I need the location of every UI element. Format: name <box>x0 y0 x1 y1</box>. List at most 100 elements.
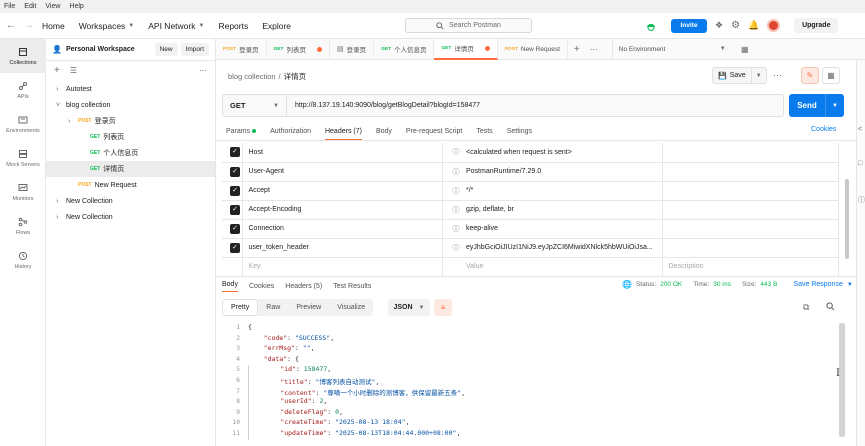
tree-collection[interactable]: ˅ blog collection <box>46 97 215 113</box>
nav-workspaces[interactable]: Workspaces ▼ <box>79 21 135 31</box>
request-tab[interactable]: POST 登录页 <box>216 38 267 60</box>
request-tab[interactable]: ▤ 登录页 <box>330 38 375 60</box>
unsaved-dot-icon[interactable] <box>484 45 490 51</box>
rail-apis[interactable]: APIs <box>0 73 46 107</box>
save-response-button[interactable]: Save Response <box>793 281 842 288</box>
menu-edit[interactable]: Edit <box>24 3 36 10</box>
forward-icon[interactable]: → <box>24 20 34 31</box>
header-value[interactable]: <calculated when request is sent> <box>460 143 663 163</box>
environment-quick-look[interactable]: ▦ <box>736 42 754 56</box>
request-tab-2[interactable]: Headers (7) <box>324 128 362 140</box>
add-icon[interactable]: + <box>54 65 60 76</box>
description-placeholder[interactable]: Description <box>662 257 839 277</box>
headers-scrollbar[interactable] <box>844 143 850 263</box>
send-button[interactable]: Send <box>789 94 826 117</box>
breadcrumb-parent[interactable]: blog collection <box>228 72 276 81</box>
response-tab-1[interactable]: Cookies <box>249 283 274 290</box>
key-placeholder[interactable]: Key <box>242 257 443 277</box>
tree-request[interactable]: POST New Request <box>46 177 215 193</box>
view-tab-1[interactable]: Raw <box>258 299 288 316</box>
wrap-lines-icon[interactable]: ≡ <box>434 299 452 316</box>
rail-flows[interactable]: Flows <box>0 209 46 243</box>
view-tab-3[interactable]: Visualize <box>329 299 373 316</box>
copy-icon[interactable]: ⧉ <box>803 302 809 313</box>
rail-environments[interactable]: Environments <box>0 107 46 141</box>
header-key[interactable]: Host <box>242 143 443 163</box>
header-key[interactable]: Accept-Encoding <box>242 200 443 220</box>
comments-icon[interactable]: □ <box>858 160 862 167</box>
header-description[interactable] <box>662 219 839 239</box>
filter-icon[interactable]: ☰ <box>70 66 77 75</box>
request-tab-0[interactable]: Params <box>226 128 250 135</box>
time-value[interactable]: 30 ms <box>713 281 731 288</box>
menu-help[interactable]: Help <box>69 3 83 10</box>
header-value[interactable]: gzip, deflate, br <box>460 200 663 220</box>
new-tab-icon[interactable]: + <box>574 44 580 55</box>
save-options-chevron[interactable]: ▼ <box>752 73 766 79</box>
response-tab-0[interactable]: Body <box>222 281 238 292</box>
header-value[interactable]: PostmanRuntime/7.29.0 <box>460 162 663 182</box>
request-tab[interactable]: GET 详情页 <box>434 38 498 60</box>
info-icon[interactable]: ⓘ <box>858 195 865 205</box>
documentation-icon[interactable]: ▦ <box>822 67 840 84</box>
header-value[interactable]: */* <box>460 181 663 201</box>
value-placeholder[interactable]: Value <box>460 257 663 277</box>
header-checkbox[interactable]: ✓ <box>230 223 240 234</box>
import-button[interactable]: Import <box>180 43 209 56</box>
breadcrumb-current[interactable]: 详情页 <box>284 71 307 82</box>
format-select[interactable]: JSON ▼ <box>388 299 430 316</box>
info-icon[interactable]: ⓘ <box>442 181 460 201</box>
search-response-icon[interactable] <box>826 302 835 313</box>
more-actions-icon[interactable]: ⋯ <box>773 70 782 81</box>
environment-select[interactable]: No Environment ▼ <box>611 38 732 60</box>
response-scrollbar[interactable] <box>838 323 846 441</box>
invite-button[interactable]: Invite <box>671 18 707 33</box>
settings-icon[interactable]: ⚙ <box>731 20 740 31</box>
menu-view[interactable]: View <box>45 3 60 10</box>
upgrade-button[interactable]: Upgrade <box>794 18 839 33</box>
code-icon[interactable]: < <box>858 126 862 133</box>
nav-home[interactable]: Home <box>42 21 65 31</box>
rail-mock-servers[interactable]: Mock Servers <box>0 141 46 175</box>
chevron-right-icon[interactable]: › <box>68 118 78 125</box>
nav-api-network[interactable]: API Network ▼ <box>148 21 204 31</box>
request-tab-5[interactable]: Tests <box>476 128 492 135</box>
search-input[interactable]: Search Postman <box>405 18 532 33</box>
view-tab-0[interactable]: Pretty <box>222 299 259 316</box>
tree-collection[interactable]: › Autotest <box>46 81 215 97</box>
globe-icon[interactable]: 🌐 <box>622 280 632 289</box>
url-input[interactable]: http://8.137.19.140:9090/blog/getBlogDet… <box>287 102 480 109</box>
chevron-down-icon[interactable]: ˅ <box>56 102 66 109</box>
header-key[interactable]: Accept <box>242 181 443 201</box>
request-tab-3[interactable]: Body <box>376 128 392 135</box>
header-value[interactable]: keep-alive <box>460 219 663 239</box>
response-body[interactable]: 1{2 "code": "SUCCESS", 3 "errMsg": "", 4 "… <box>222 323 837 441</box>
info-icon[interactable]: ⓘ <box>442 162 460 182</box>
chevron-right-icon[interactable]: › <box>56 214 66 221</box>
header-key[interactable]: Connection <box>242 219 443 239</box>
rail-history[interactable]: History <box>0 243 46 277</box>
header-checkbox[interactable]: ✓ <box>230 204 240 215</box>
tree-request[interactable]: GET 个人信息页 <box>46 145 215 161</box>
request-tab[interactable]: GET 个人信息页 <box>374 38 435 60</box>
tree-collection[interactable]: › New Collection <box>46 193 215 209</box>
menu-file[interactable]: File <box>4 3 15 10</box>
tabs-more-icon[interactable]: ⋯ <box>590 45 598 54</box>
header-description[interactable] <box>662 143 839 163</box>
header-key[interactable]: user_token_header <box>242 238 443 258</box>
sync-icon[interactable] <box>645 20 657 32</box>
status-value[interactable]: 200 OK <box>660 281 682 288</box>
new-button[interactable]: New <box>154 43 178 56</box>
response-tab-3[interactable]: Test Results <box>333 283 371 290</box>
tree-request[interactable]: GET 详情页 <box>46 161 215 177</box>
rail-collections[interactable]: Collections <box>0 39 46 73</box>
info-icon[interactable]: ⓘ <box>442 238 460 258</box>
bell-icon[interactable]: 🔔 <box>748 20 759 31</box>
header-description[interactable] <box>662 238 839 258</box>
save-button[interactable]: 💾 Save <box>713 68 752 83</box>
nav-explore[interactable]: Explore <box>262 21 291 31</box>
tree-collection[interactable]: › New Collection <box>46 209 215 225</box>
info-icon[interactable]: ⓘ <box>442 200 460 220</box>
response-tab-2[interactable]: Headers (5) <box>285 283 322 290</box>
send-options-chevron[interactable]: ▼ <box>826 103 844 109</box>
